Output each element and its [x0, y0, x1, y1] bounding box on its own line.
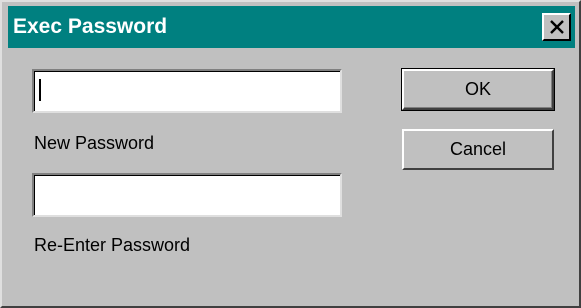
- title-bar[interactable]: Exec Password: [8, 6, 575, 48]
- cancel-button[interactable]: Cancel: [402, 129, 554, 170]
- ok-button[interactable]: OK: [401, 68, 555, 111]
- reenter-password-input[interactable]: [36, 176, 336, 212]
- exec-password-dialog: Exec Password New Password Re-Enter Pass…: [0, 0, 581, 308]
- close-button[interactable]: [542, 13, 571, 41]
- close-icon: [550, 20, 564, 34]
- new-password-input[interactable]: [36, 72, 336, 108]
- reenter-password-label: Re-Enter Password: [34, 235, 191, 255]
- window-title: Exec Password: [13, 15, 168, 38]
- new-password-label: New Password: [34, 133, 155, 153]
- reenter-password-field[interactable]: [32, 173, 342, 217]
- text-caret: [39, 79, 41, 101]
- new-password-field[interactable]: [32, 69, 342, 113]
